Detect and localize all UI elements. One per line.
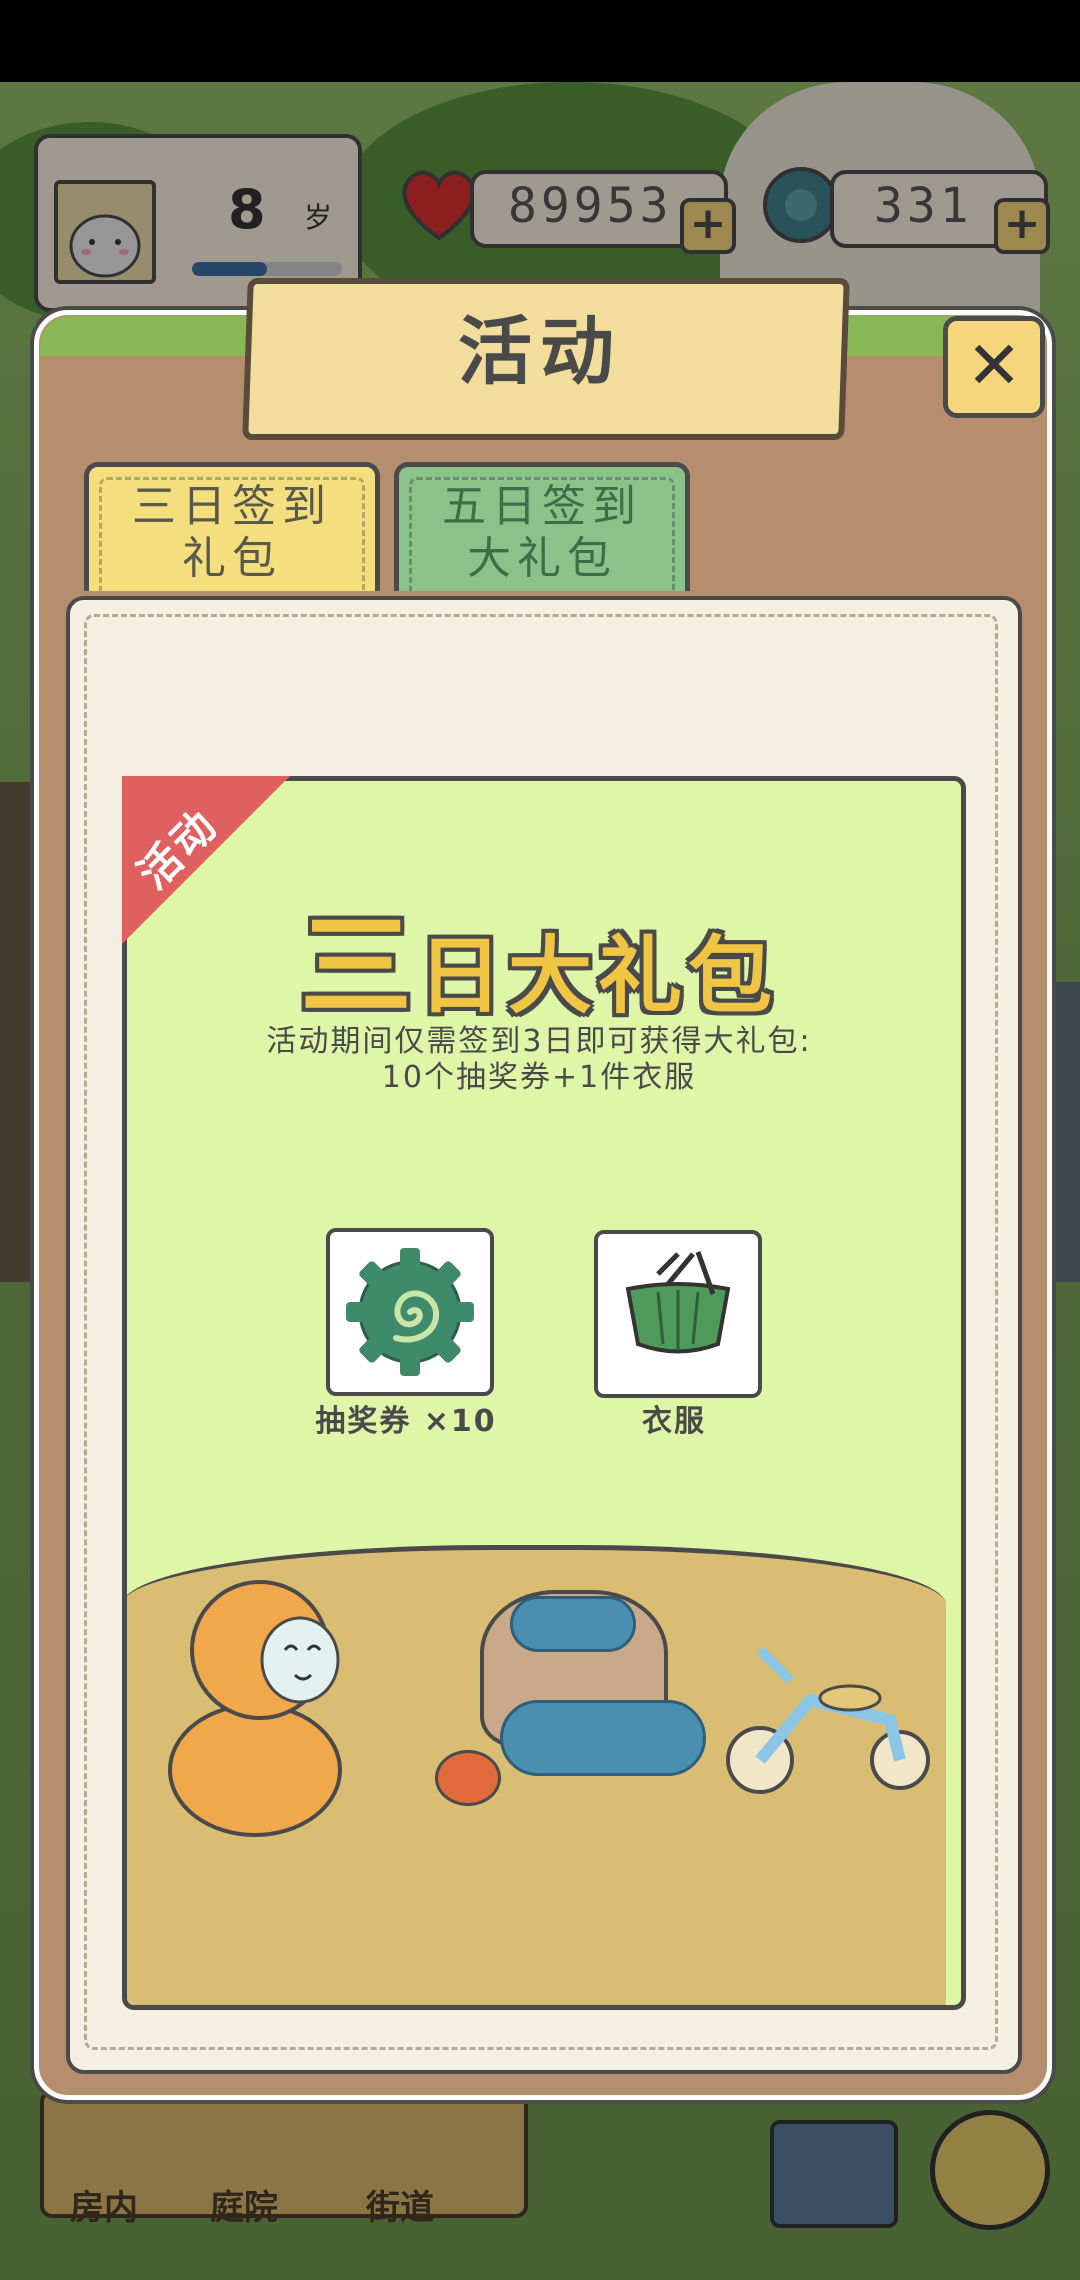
clothes-icon xyxy=(625,1251,731,1354)
tab-five-line2: 大礼包 xyxy=(467,533,617,584)
event-title-rest: 日大礼包 xyxy=(417,927,778,1025)
clover-pile-front xyxy=(500,1700,706,1776)
reward-clothes[interactable] xyxy=(594,1230,762,1398)
tricycle-illustration xyxy=(720,1640,940,1810)
tab-three-day-signin[interactable]: 三日签到 礼包 xyxy=(84,462,380,591)
reward-ticket[interactable] xyxy=(326,1228,494,1396)
event-title-first: 三 xyxy=(299,902,418,1032)
monkey-illustration xyxy=(150,1570,380,1840)
reward-clothes-label: 衣服 xyxy=(642,1404,706,1439)
tab-five-day-signin[interactable]: 五日签到 大礼包 xyxy=(394,462,690,591)
event-description-line2: 10个抽奖券+1件衣服 xyxy=(381,1060,697,1095)
dialog-title: 活动 xyxy=(458,309,622,395)
tab-three-line1: 三日签到 xyxy=(132,481,332,532)
reward-ticket-label: 抽奖券 ×10 xyxy=(315,1404,497,1439)
event-title: 三日大礼包 xyxy=(122,876,956,1038)
close-button[interactable]: ✕ xyxy=(943,316,1045,418)
tab-three-line2: 礼包 xyxy=(182,533,282,584)
status-bar xyxy=(0,0,1080,82)
clover-pile xyxy=(510,1596,636,1652)
tab-five-line1: 五日签到 xyxy=(442,481,642,532)
lollipop-icon xyxy=(435,1750,501,1806)
ticket-icon xyxy=(346,1248,474,1376)
